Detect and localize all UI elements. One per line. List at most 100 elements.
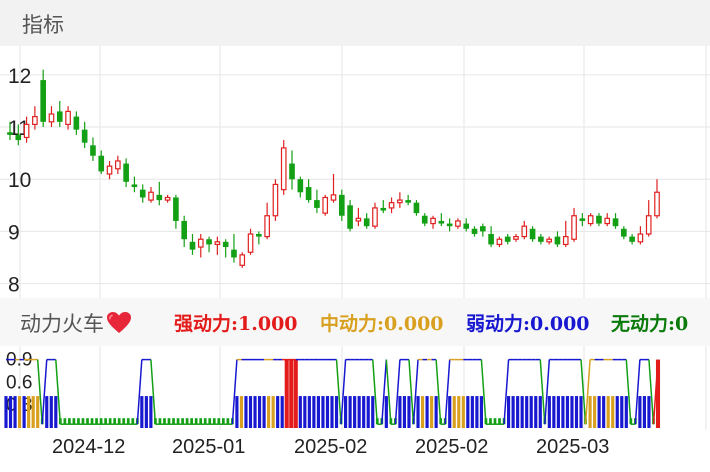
candle	[289, 150, 295, 190]
power-bar	[489, 418, 492, 425]
power-bar	[108, 418, 112, 425]
candle	[471, 226, 478, 237]
candle	[164, 194, 171, 203]
candle	[231, 234, 237, 263]
power-bar	[602, 396, 606, 428]
candle	[173, 194, 179, 229]
power-bar	[312, 396, 316, 428]
candle-body	[214, 241, 221, 246]
power-bar	[353, 396, 357, 428]
power-bar	[276, 396, 280, 428]
candle	[596, 213, 602, 227]
power-bar	[289, 359, 294, 428]
candle-body	[413, 202, 420, 214]
power-bar	[498, 418, 501, 425]
power-bar	[479, 396, 484, 428]
power-bar	[199, 418, 203, 425]
candle	[40, 69, 46, 128]
candle-body	[314, 200, 320, 208]
candle	[189, 234, 196, 255]
candle	[513, 234, 519, 242]
power-bar	[77, 418, 80, 425]
candle	[612, 213, 619, 229]
candle	[355, 207, 362, 227]
heart-icon	[107, 312, 131, 333]
x-axis-label: 2025-01	[172, 436, 246, 458]
power-bar	[203, 418, 207, 425]
candle-body	[272, 183, 279, 217]
candle	[239, 252, 246, 268]
power-bar	[448, 396, 452, 428]
candle	[181, 215, 188, 248]
candle	[322, 194, 329, 216]
candle	[197, 234, 204, 258]
candle	[372, 202, 378, 229]
candle-body	[40, 80, 46, 122]
power-bar	[371, 396, 375, 428]
candle-body	[264, 215, 270, 238]
power-bar	[221, 418, 225, 425]
candle-body	[330, 194, 337, 201]
candle	[90, 137, 96, 161]
power-bar	[434, 396, 438, 428]
power-bar	[95, 418, 98, 425]
candle	[546, 236, 552, 245]
candle	[32, 106, 38, 130]
candle-body	[471, 228, 478, 234]
legend-medium-power: 中动力:0.000	[320, 313, 444, 335]
power-bar	[267, 396, 271, 428]
power-bar	[68, 418, 71, 425]
y-tick-label: 0.6	[6, 372, 32, 393]
candle	[280, 140, 287, 195]
candle	[206, 236, 212, 253]
candle-body	[621, 228, 627, 237]
candle	[48, 106, 55, 128]
candle-body	[98, 155, 105, 172]
power-indicator-chart[interactable]: 0.90.60.3	[0, 346, 710, 430]
power-bar	[217, 418, 221, 425]
power-bar	[45, 396, 49, 428]
candle	[247, 228, 254, 255]
power-bar	[529, 396, 533, 428]
candle-body	[562, 236, 569, 246]
candle	[123, 158, 129, 188]
candle	[314, 189, 320, 214]
candle-body	[363, 218, 370, 227]
power-bar	[235, 396, 239, 428]
power-bar	[307, 396, 311, 428]
power-bar	[384, 396, 388, 428]
power-bar	[593, 396, 597, 428]
legend-weak-power: 弱动力:0.000	[466, 313, 590, 335]
power-bar	[574, 396, 579, 428]
power-bar	[63, 418, 67, 425]
candlestick-chart[interactable]: 12111098	[0, 46, 710, 298]
candle	[106, 160, 113, 180]
power-bar	[185, 418, 189, 425]
candle-body	[579, 218, 586, 221]
indicator-name[interactable]: 动力火车	[20, 308, 132, 338]
power-bar	[54, 396, 58, 428]
power-bar	[366, 396, 370, 428]
power-bar	[416, 396, 420, 428]
power-bar	[8, 396, 13, 428]
power-bar	[244, 396, 248, 428]
power-bar	[99, 418, 103, 425]
power-bar	[552, 396, 556, 428]
power-bar	[149, 396, 153, 428]
power-bar	[511, 396, 515, 428]
candle-body	[56, 111, 63, 122]
power-bar	[280, 396, 284, 428]
candle-body	[430, 217, 436, 225]
power-bar	[49, 396, 53, 428]
candle-body	[388, 202, 395, 209]
candle-body	[645, 215, 652, 235]
candle-body	[297, 179, 304, 193]
candle-body	[546, 238, 552, 243]
power-bar	[506, 396, 511, 428]
candle-body	[405, 200, 411, 203]
candle	[571, 207, 577, 242]
candle	[272, 179, 279, 221]
candle-body	[156, 194, 163, 201]
candle	[148, 187, 154, 203]
candle-body	[488, 234, 494, 245]
